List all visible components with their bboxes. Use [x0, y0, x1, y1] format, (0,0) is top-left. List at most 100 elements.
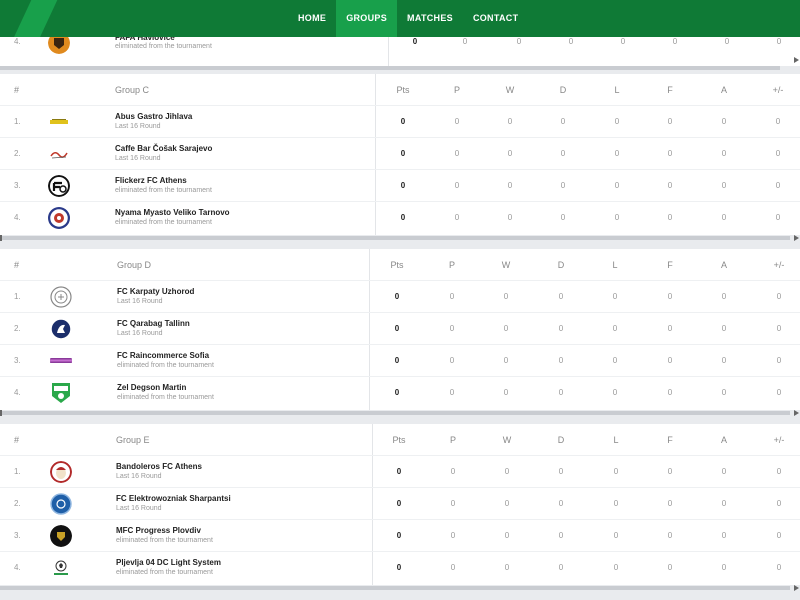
table-header: # Group E Pts P W D L F A +/-: [0, 424, 800, 456]
col-l-header[interactable]: L: [602, 74, 632, 106]
goal-diff: 0: [776, 388, 782, 397]
col-diff-header[interactable]: +/-: [764, 249, 794, 281]
team-name[interactable]: FC Raincommerce Sofia: [117, 351, 209, 360]
team-status: Last 16 Round: [117, 330, 163, 337]
col-pts-header[interactable]: Pts: [384, 424, 414, 456]
goals-for: 0: [667, 356, 673, 365]
draws: 0: [558, 467, 564, 476]
goals-for: 0: [667, 292, 673, 301]
col-l-header[interactable]: L: [600, 249, 630, 281]
col-pts-header[interactable]: Pts: [388, 74, 418, 106]
team-logo-round-crest-icon: [48, 207, 70, 229]
table-row[interactable]: 3. FC Raincommerce Sofia eliminated from…: [0, 345, 800, 377]
goals-against: 0: [721, 467, 727, 476]
draws: 0: [558, 563, 564, 572]
wins: 0: [504, 467, 510, 476]
team-name[interactable]: Abus Gastro Jihlava: [115, 112, 192, 121]
goals-for: 0: [667, 117, 673, 126]
col-a-header[interactable]: A: [709, 74, 739, 106]
team-name[interactable]: Nyama Myasto Veliko Tarnovo: [115, 208, 230, 217]
group-title: Group E: [116, 435, 150, 445]
table-row[interactable]: 3. MFC Progress Plovdiv eliminated from …: [0, 520, 800, 552]
team-status: Last 16 Round: [116, 473, 162, 480]
col-d-header[interactable]: D: [546, 249, 576, 281]
goal-diff: 0: [776, 499, 782, 508]
col-diff-header[interactable]: +/-: [764, 424, 794, 456]
team-status: eliminated from the tournament: [117, 394, 214, 401]
table-row[interactable]: 4. Pljevlja 04 DC Light System eliminate…: [0, 552, 800, 584]
wins: 0: [507, 181, 513, 190]
points: 0: [400, 213, 406, 222]
horizontal-scrollbar[interactable]: [0, 236, 790, 240]
horizontal-scrollbar[interactable]: [0, 411, 790, 415]
col-p-header[interactable]: P: [437, 249, 467, 281]
team-name[interactable]: Pljevlja 04 DC Light System: [116, 558, 221, 567]
col-f-header[interactable]: F: [655, 424, 685, 456]
rank: 2.: [14, 499, 21, 508]
played: 0: [449, 388, 455, 397]
losses: 0: [613, 467, 619, 476]
team-status: eliminated from the tournament: [116, 569, 213, 576]
table-row[interactable]: 4. Nyama Myasto Veliko Tarnovo eliminate…: [0, 202, 800, 234]
wins: 0: [504, 563, 510, 572]
team-name[interactable]: FC Elektrowozniak Sharpantsi: [116, 494, 231, 503]
table-row[interactable]: 3. Flickerz FC Athens eliminated from th…: [0, 170, 800, 202]
team-name[interactable]: Flickerz FC Athens: [115, 176, 187, 185]
team-status: eliminated from the tournament: [115, 187, 212, 194]
draws: 0: [560, 213, 566, 222]
horizontal-scrollbar[interactable]: [0, 586, 790, 590]
table-row[interactable]: 2. Caffe Bar Čošak Sarajevo Last 16 Roun…: [0, 138, 800, 170]
col-d-header[interactable]: D: [548, 74, 578, 106]
col-d-header[interactable]: D: [546, 424, 576, 456]
group-c-table: # Group C Pts P W D L F A +/- 1. Abus Ga…: [0, 74, 800, 235]
rank: 2.: [14, 324, 21, 333]
col-l-header[interactable]: L: [601, 424, 631, 456]
goals-for: 0: [667, 388, 673, 397]
col-diff-header[interactable]: +/-: [763, 74, 793, 106]
col-w-header[interactable]: W: [492, 424, 522, 456]
col-f-header[interactable]: F: [655, 74, 685, 106]
table-row[interactable]: 2. FC Qarabag Tallinn Last 16 Round 0 0 …: [0, 313, 800, 345]
nav-groups[interactable]: GROUPS: [336, 0, 398, 37]
col-w-header[interactable]: W: [491, 249, 521, 281]
team-logo-outline-crest-icon: [50, 286, 72, 308]
horizontal-scrollbar[interactable]: [0, 66, 780, 70]
wins: 0: [504, 499, 510, 508]
table-header: # Group D Pts P W D L F A +/-: [0, 249, 800, 281]
nav-matches[interactable]: MATCHES: [397, 0, 463, 37]
team-name[interactable]: Zel Degson Martin: [117, 383, 186, 392]
scroll-right-icon[interactable]: [794, 235, 799, 241]
nav-contact[interactable]: CONTACT: [463, 0, 528, 37]
team-name[interactable]: MFC Progress Plovdiv: [116, 526, 201, 535]
col-a-header[interactable]: A: [709, 249, 739, 281]
scroll-right-icon[interactable]: [794, 57, 799, 63]
scroll-left-marker[interactable]: [0, 235, 2, 241]
table-row[interactable]: 2. FC Elektrowozniak Sharpantsi Last 16 …: [0, 488, 800, 520]
played: 0: [450, 531, 456, 540]
col-f-header[interactable]: F: [655, 249, 685, 281]
col-w-header[interactable]: W: [495, 74, 525, 106]
team-name[interactable]: Bandoleros FC Athens: [116, 462, 202, 471]
losses: 0: [613, 499, 619, 508]
scroll-right-icon[interactable]: [794, 410, 799, 416]
col-p-header[interactable]: P: [442, 74, 472, 106]
team-name[interactable]: Caffe Bar Čošak Sarajevo: [115, 144, 212, 153]
col-rank-header: #: [14, 435, 20, 445]
table-row[interactable]: 1. Abus Gastro Jihlava Last 16 Round 0 0…: [0, 106, 800, 138]
scroll-left-marker[interactable]: [0, 410, 2, 416]
table-row[interactable]: 1. FC Karpaty Uzhorod Last 16 Round 0 0 …: [0, 281, 800, 313]
col-p-header[interactable]: P: [438, 424, 468, 456]
team-logo-zel-shield-icon: [50, 382, 72, 404]
losses: 0: [614, 149, 620, 158]
team-name[interactable]: FC Karpaty Uzhorod: [117, 287, 194, 296]
nav-home[interactable]: HOME: [288, 0, 336, 37]
played: 0: [454, 213, 460, 222]
col-a-header[interactable]: A: [709, 424, 739, 456]
losses: 0: [613, 563, 619, 572]
team-name[interactable]: FC Qarabag Tallinn: [117, 319, 190, 328]
played: 0: [454, 181, 460, 190]
table-row[interactable]: 1. Bandoleros FC Athens Last 16 Round 0 …: [0, 456, 800, 488]
table-row[interactable]: 4. Zel Degson Martin eliminated from the…: [0, 377, 800, 409]
col-pts-header[interactable]: Pts: [382, 249, 412, 281]
scroll-right-icon[interactable]: [794, 585, 799, 591]
